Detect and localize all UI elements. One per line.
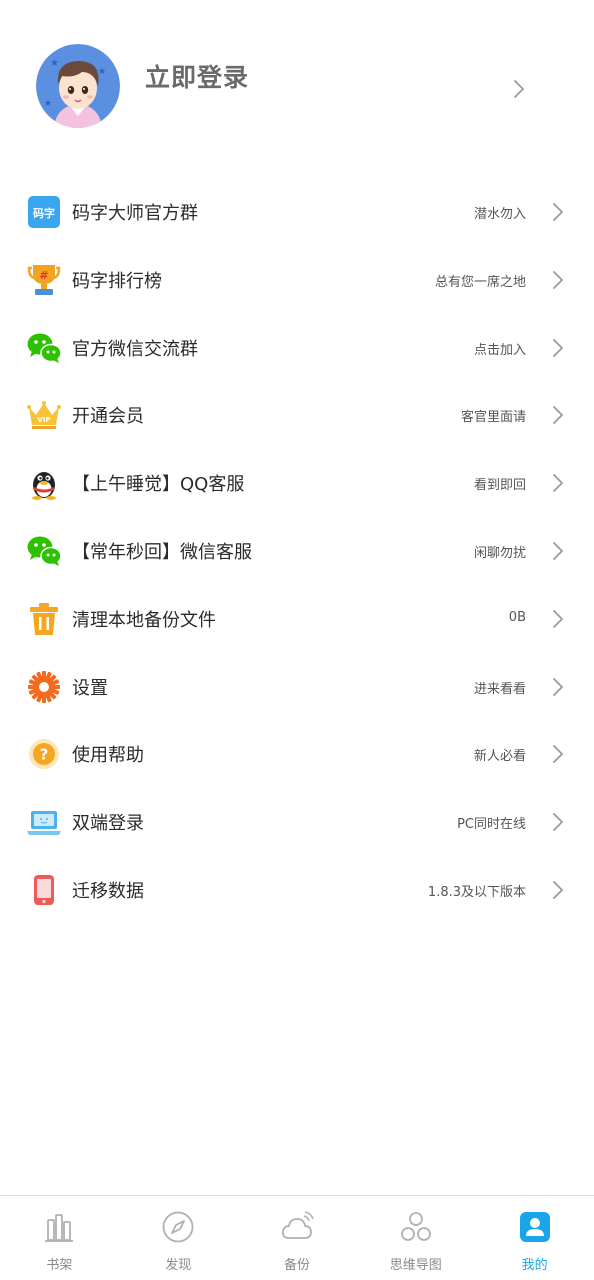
profile-icon — [518, 1210, 552, 1244]
menu-item-official-group[interactable]: 码字 码字大师官方群 潜水勿入 — [0, 178, 594, 246]
wechat-icon — [26, 330, 62, 366]
chevron-right-icon — [548, 879, 568, 901]
menu-item-hint: 0B — [508, 609, 526, 625]
menu-item-dual-login[interactable]: 双端登录 PC同时在线 — [0, 788, 594, 856]
menu-item-leaderboard[interactable]: # 码字排行榜 总有您一席之地 — [0, 246, 594, 314]
bookshelf-icon — [42, 1210, 76, 1244]
svg-text:★: ★ — [98, 67, 106, 77]
menu-item-hint: 总有您一席之地 — [434, 274, 526, 290]
tab-label: 我的 — [521, 1258, 548, 1273]
menu-item-label: 官方微信交流群 — [72, 338, 198, 360]
menu-item-wechat-service[interactable]: 【常年秒回】微信客服 闲聊勿扰 — [0, 517, 594, 585]
menu-item-label: 迁移数据 — [72, 880, 144, 902]
menu-item-hint: 点击加入 — [473, 342, 526, 358]
trophy-icon: # — [26, 262, 62, 298]
menu-item-label: 【上午睡觉】QQ客服 — [72, 474, 245, 496]
settings-menu: 码字 码字大师官方群 潜水勿入 # 码字排行榜 总有您一席之地 官方微信交流群 … — [0, 178, 594, 924]
menu-item-clear-backup[interactable]: 清理本地备份文件 0B — [0, 585, 594, 653]
menu-item-hint: 进来看看 — [473, 681, 526, 697]
phone-migrate-icon — [26, 872, 62, 908]
mazi-group-icon: 码字 — [26, 194, 62, 230]
svg-text:★: ★ — [44, 99, 52, 109]
menu-item-hint: PC同时在线 — [457, 817, 526, 833]
tab-bookshelf[interactable]: 书架 — [0, 1196, 119, 1280]
menu-item-vip[interactable]: VIP 开通会员 客官里面请 — [0, 381, 594, 449]
menu-item-label: 【常年秒回】微信客服 — [72, 541, 252, 563]
chevron-right-icon — [548, 811, 568, 833]
svg-text:?: ? — [40, 746, 49, 764]
chevron-right-icon — [548, 676, 568, 698]
menu-item-label: 设置 — [72, 677, 108, 699]
mindmap-icon — [399, 1210, 433, 1244]
chevron-right-icon — [548, 472, 568, 494]
chevron-right-icon — [548, 540, 568, 562]
tab-label: 发现 — [165, 1258, 192, 1273]
login-prompt[interactable]: 立即登录 — [145, 58, 249, 94]
wechat-icon — [26, 533, 62, 569]
menu-item-wechat-group[interactable]: 官方微信交流群 点击加入 — [0, 314, 594, 382]
menu-item-hint: 看到即回 — [473, 478, 526, 494]
tab-backup[interactable]: 备份 — [238, 1196, 357, 1280]
chevron-right-icon — [548, 608, 568, 630]
help-icon: ? — [26, 736, 62, 772]
laptop-icon — [26, 804, 62, 840]
avatar[interactable]: ★ ★ ★ — [36, 44, 120, 128]
menu-item-label: 清理本地备份文件 — [72, 609, 216, 631]
menu-item-label: 使用帮助 — [72, 745, 144, 767]
menu-item-hint: 新人必看 — [473, 749, 526, 765]
qq-penguin-icon — [26, 465, 62, 501]
menu-item-hint: 闲聊勿扰 — [473, 545, 526, 561]
chevron-right-icon — [548, 404, 568, 426]
tab-mine[interactable]: 我的 — [475, 1196, 594, 1280]
chevron-right-icon — [548, 201, 568, 223]
profile-header[interactable]: ★ ★ ★ 立即登录 — [0, 0, 594, 170]
chevron-right-icon — [508, 78, 530, 100]
bottom-tab-bar: 书架 发现 备份 思维导图 我的 — [0, 1195, 594, 1280]
tab-label: 思维导图 — [389, 1258, 442, 1273]
compass-icon — [161, 1210, 195, 1244]
chevron-right-icon — [548, 743, 568, 765]
tab-label: 备份 — [283, 1258, 310, 1273]
svg-text:#: # — [39, 269, 48, 282]
menu-item-label: 码字大师官方群 — [72, 203, 198, 224]
menu-item-hint: 客官里面请 — [460, 410, 526, 426]
svg-text:VIP: VIP — [37, 416, 50, 424]
tab-mindmap[interactable]: 思维导图 — [356, 1196, 475, 1280]
trash-icon — [26, 601, 62, 637]
menu-item-help[interactable]: ? 使用帮助 新人必看 — [0, 720, 594, 788]
svg-text:码字: 码字 — [33, 206, 55, 220]
menu-item-label: 双端登录 — [72, 813, 144, 835]
tab-discover[interactable]: 发现 — [119, 1196, 238, 1280]
tab-label: 书架 — [46, 1258, 73, 1273]
menu-item-hint: 潜水勿入 — [473, 207, 526, 222]
menu-item-settings[interactable]: 设置 进来看看 — [0, 653, 594, 721]
menu-item-hint: 1.8.3及以下版本 — [427, 884, 526, 900]
cloud-icon — [280, 1210, 314, 1244]
menu-item-migrate-data[interactable]: 迁移数据 1.8.3及以下版本 — [0, 856, 594, 924]
menu-item-label: 码字排行榜 — [72, 270, 162, 292]
gear-icon — [26, 669, 62, 705]
vip-crown-icon: VIP — [26, 397, 62, 433]
chevron-right-icon — [548, 337, 568, 359]
chevron-right-icon — [548, 269, 568, 291]
menu-item-qq-service[interactable]: 【上午睡觉】QQ客服 看到即回 — [0, 449, 594, 517]
svg-text:★: ★ — [50, 58, 59, 69]
menu-item-label: 开通会员 — [72, 406, 144, 428]
